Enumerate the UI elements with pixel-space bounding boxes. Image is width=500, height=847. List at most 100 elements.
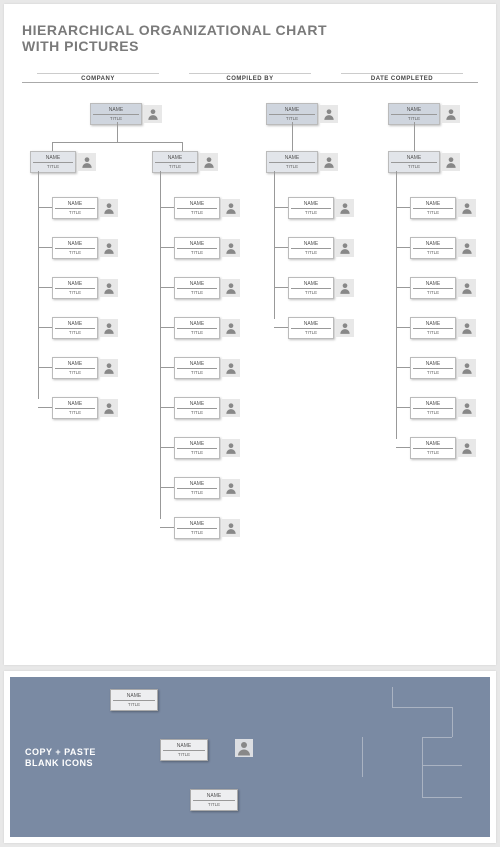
org-node[interactable]: NAMETITLE bbox=[410, 197, 476, 219]
avatar-icon bbox=[222, 199, 240, 217]
avatar-icon bbox=[78, 153, 96, 171]
node-title: TITLE bbox=[413, 450, 453, 455]
node-title: TITLE bbox=[177, 290, 217, 295]
node-name: NAME bbox=[391, 107, 437, 115]
node-name: NAME bbox=[391, 155, 437, 163]
org-node[interactable]: NAMETITLE bbox=[90, 103, 162, 125]
node-title: TITLE bbox=[55, 290, 95, 295]
avatar-icon bbox=[458, 199, 476, 217]
org-node[interactable]: NAMETITLE bbox=[174, 477, 240, 499]
compiled-by-value[interactable] bbox=[189, 66, 311, 74]
blank-node[interactable]: NAMETITLE bbox=[110, 689, 158, 711]
node-title: TITLE bbox=[413, 210, 453, 215]
node-name: NAME bbox=[413, 361, 453, 369]
avatar-icon bbox=[222, 519, 240, 537]
node-name: NAME bbox=[177, 361, 217, 369]
org-node[interactable]: NAMETITLE bbox=[288, 197, 354, 219]
node-title: TITLE bbox=[55, 410, 95, 415]
node-name: NAME bbox=[55, 321, 95, 329]
org-node[interactable]: NAMETITLE bbox=[410, 277, 476, 299]
node-name: NAME bbox=[93, 107, 139, 115]
page-title: HIERARCHICAL ORGANIZATIONAL CHART WITH P… bbox=[22, 22, 478, 54]
node-title: TITLE bbox=[177, 330, 217, 335]
node-title: TITLE bbox=[269, 164, 315, 169]
node-name: NAME bbox=[269, 107, 315, 115]
org-node[interactable]: NAMETITLE bbox=[388, 103, 460, 125]
avatar-icon bbox=[336, 279, 354, 297]
org-node[interactable]: NAMETITLE bbox=[410, 437, 476, 459]
node-name: NAME bbox=[413, 401, 453, 409]
avatar-icon bbox=[222, 279, 240, 297]
org-node[interactable]: NAMETITLE bbox=[174, 197, 240, 219]
org-node[interactable]: NAMETITLE bbox=[52, 357, 118, 379]
org-node[interactable]: NAMETITLE bbox=[410, 317, 476, 339]
org-node[interactable]: NAMETITLE bbox=[152, 151, 218, 173]
org-node[interactable]: NAMETITLE bbox=[288, 317, 354, 339]
copy-paste-line1: COPY + PASTE bbox=[25, 747, 96, 758]
node-title: TITLE bbox=[55, 370, 95, 375]
org-node[interactable]: NAMETITLE bbox=[174, 437, 240, 459]
org-node[interactable]: NAMETITLE bbox=[410, 237, 476, 259]
org-node[interactable]: NAMETITLE bbox=[410, 397, 476, 419]
node-title: TITLE bbox=[177, 250, 217, 255]
org-node[interactable]: NAMETITLE bbox=[388, 151, 460, 173]
org-node[interactable]: NAMETITLE bbox=[266, 103, 338, 125]
org-node[interactable]: NAMETITLE bbox=[410, 357, 476, 379]
node-name: NAME bbox=[177, 481, 217, 489]
blank-node[interactable]: NAMETITLE bbox=[160, 739, 208, 761]
org-node[interactable]: NAMETITLE bbox=[174, 317, 240, 339]
blank-node[interactable]: NAMETITLE bbox=[190, 789, 238, 811]
org-node[interactable]: NAMETITLE bbox=[174, 237, 240, 259]
node-title: TITLE bbox=[177, 490, 217, 495]
node-name: NAME bbox=[413, 201, 453, 209]
copy-paste-line2: BLANK ICONS bbox=[25, 758, 96, 769]
org-node[interactable]: NAMETITLE bbox=[52, 397, 118, 419]
node-name: NAME bbox=[413, 441, 453, 449]
org-node[interactable]: NAMETITLE bbox=[288, 277, 354, 299]
avatar-icon bbox=[222, 239, 240, 257]
org-node[interactable]: NAMETITLE bbox=[52, 317, 118, 339]
org-node[interactable]: NAMETITLE bbox=[174, 397, 240, 419]
node-name: NAME bbox=[413, 281, 453, 289]
node-title: TITLE bbox=[177, 530, 217, 535]
node-title: TITLE bbox=[291, 210, 331, 215]
avatar-icon bbox=[200, 153, 218, 171]
node-title: TITLE bbox=[413, 410, 453, 415]
node-title: TITLE bbox=[33, 164, 73, 169]
blank-icons-panel: COPY + PASTE BLANK ICONS NAMETITLE NAMET… bbox=[10, 677, 490, 837]
meta-row: COMPANY COMPILED BY DATE COMPLETED bbox=[22, 66, 478, 83]
title-line2: WITH PICTURES bbox=[22, 38, 478, 54]
avatar-icon bbox=[458, 279, 476, 297]
date-completed-value[interactable] bbox=[341, 66, 463, 74]
node-name: NAME bbox=[413, 241, 453, 249]
org-node[interactable]: NAMETITLE bbox=[174, 357, 240, 379]
org-node[interactable]: NAMETITLE bbox=[174, 517, 240, 539]
org-node[interactable]: NAMETITLE bbox=[52, 197, 118, 219]
org-node[interactable]: NAMETITLE bbox=[30, 151, 96, 173]
node-title: TITLE bbox=[177, 370, 217, 375]
avatar-icon[interactable] bbox=[235, 739, 253, 757]
company-value[interactable] bbox=[37, 66, 159, 74]
node-name: NAME bbox=[413, 321, 453, 329]
org-chart-page: HIERARCHICAL ORGANIZATIONAL CHART WITH P… bbox=[4, 4, 496, 665]
avatar-icon bbox=[442, 153, 460, 171]
org-node[interactable]: NAMETITLE bbox=[288, 237, 354, 259]
avatar-icon bbox=[100, 239, 118, 257]
node-name: NAME bbox=[177, 241, 217, 249]
node-name: NAME bbox=[177, 521, 217, 529]
avatar-icon bbox=[458, 439, 476, 457]
node-title: TITLE bbox=[155, 164, 195, 169]
avatar-icon bbox=[222, 359, 240, 377]
node-title: TITLE bbox=[93, 116, 139, 121]
org-node[interactable]: NAMETITLE bbox=[174, 277, 240, 299]
node-name: NAME bbox=[177, 441, 217, 449]
node-name: NAME bbox=[55, 241, 95, 249]
node-name: NAME bbox=[55, 361, 95, 369]
org-node[interactable]: NAMETITLE bbox=[52, 237, 118, 259]
org-node[interactable]: NAMETITLE bbox=[266, 151, 338, 173]
avatar-icon bbox=[458, 239, 476, 257]
avatar-icon bbox=[100, 319, 118, 337]
node-title: TITLE bbox=[413, 370, 453, 375]
org-node[interactable]: NAMETITLE bbox=[52, 277, 118, 299]
node-name: NAME bbox=[177, 281, 217, 289]
